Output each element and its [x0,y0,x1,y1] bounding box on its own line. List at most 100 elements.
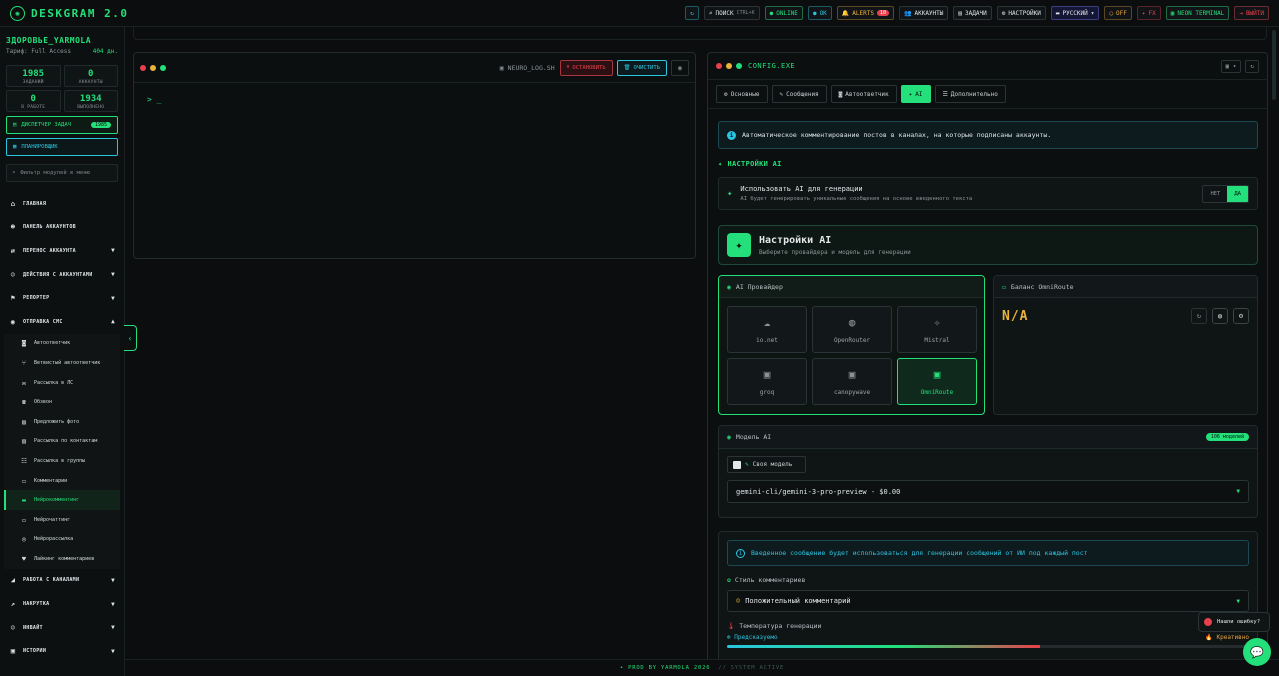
submenu-item[interactable]: ☷ Рассылка в группы [4,451,120,471]
stat-card: 0 АККАУНТЫ [63,65,118,87]
page-scrollbar[interactable] [1272,30,1276,100]
tab-advanced[interactable]: ☰ Дополнительно [934,85,1006,103]
nav-item-account-actions[interactable]: ☺ ДЕЙСТВИЯ С АККАУНТАМИ ▼ [0,263,124,287]
submenu-item[interactable]: ▭ Комментарии [4,471,120,491]
nav-item-invite[interactable]: ☺ ИНВАЙТ ▼ [0,616,124,640]
tab-basic[interactable]: ⚙ Основные [716,85,768,103]
palette-icon: ✿ [727,576,731,584]
submenu-item[interactable]: ◙ Автоответчик [4,334,120,354]
language-select[interactable]: ▬ РУССКИЙ ▾ [1050,6,1100,20]
provider-card-openrouter[interactable]: ◍ OpenRouter [812,306,892,353]
submenu-item[interactable]: ⑂ Ветвистый автоответчик [4,353,120,373]
reset-button[interactable]: ↻ [1245,59,1259,73]
provider-card-groq[interactable]: ▣ groq [727,358,807,405]
globe-icon: ◍ [1217,312,1223,320]
balance-link-button[interactable]: ◍ [1212,308,1228,324]
module-filter-input[interactable]: ⌕ Фильтр модулей в меню [6,164,118,182]
nav-item-account-transfer[interactable]: ⇄ ПЕРЕНОС АККАУНТА ▼ [0,239,124,263]
info-icon: i [736,548,745,558]
nav-item-channels[interactable]: ◢ РАБОТА С КАНАЛАМИ ▼ [0,569,124,593]
fx-toggle[interactable]: ✦ FX [1136,6,1161,20]
stat-value: 1934 [79,94,102,104]
model-header: ◉ Модель AI 106 моделей [719,426,1257,449]
sidebar-collapse-handle[interactable]: ‹ [124,325,137,351]
ok-status[interactable]: ● OK [807,6,832,20]
submenu-sms: ◙ Автоответчик ⑂ Ветвистый автоответчик ✉ Р… [4,333,120,569]
sound-toggle[interactable]: ◯ OFF [1104,6,1132,20]
balance-settings-button[interactable]: ⚙ [1233,308,1249,324]
refresh-button[interactable]: ↻ [685,6,699,20]
users-icon: 👥 [904,9,912,17]
own-model-checkbox[interactable]: ✎ Своя модель [727,456,806,473]
chat-button[interactable]: 💬 [1243,638,1271,666]
temperature-label-row: 🌡 Температура генерации [727,622,1249,630]
nav-item-reporter[interactable]: ⚑ РЕПОРТЕР ▼ [0,286,124,310]
terminal-prompt: > _ [147,95,162,104]
megaphone-icon: ◢ [10,576,16,585]
view-toggle-button[interactable]: ◉ [671,59,689,76]
model-select[interactable]: gemini-cli/gemini-3-pro-preview - $0.00 … [727,480,1249,503]
submenu-item[interactable]: ▨ Предложить фото [4,412,120,432]
submenu-item[interactable]: ♥ Лайкинг комментариев [4,549,120,569]
nav-item-home[interactable]: ⌂ ГЛАВНАЯ [0,192,124,216]
robot-icon: ◙ [838,90,843,98]
brand[interactable]: ✺ DESKGRAM 2.0 [10,5,128,21]
search-button[interactable]: ⌕ ПОИСК CTRL+K [703,6,760,20]
nav-item-boost[interactable]: ↗ НАКРУТКА ▼ [0,592,124,616]
provider-card-ionet[interactable]: ☁ io.net [727,306,807,353]
toggle-no-button[interactable]: НЕТ [1203,186,1227,202]
nav-label: ПЕРЕНОС АККАУНТА [23,247,76,254]
submenu-label: Обзвон [34,399,53,406]
submenu-item[interactable]: ◎ Нейрорассылка [4,530,120,550]
theme-toggle[interactable]: ▣ NEON TERMINAL [1165,6,1230,20]
alerts-label: ALERTS [852,9,874,17]
refresh-balance-button[interactable]: ↻ [1191,308,1207,324]
logout-button[interactable]: ⇥ ВЫЙТИ [1234,6,1269,20]
submenu-item[interactable]: ☎ Обзвон [4,392,120,412]
accounts-button[interactable]: 👥 АККАУНТЫ [899,6,949,20]
provider-card-canopywave[interactable]: ▣ canopywave [812,358,892,405]
sparkle-icon: ✦ [727,188,733,199]
chat-icon: ◉ [10,317,16,326]
submenu-item[interactable]: ✉ Рассылка в ЛС [4,373,120,393]
submenu-item-active[interactable]: ▬ Нейрокомментинг [4,490,120,510]
refresh-icon: ↻ [1196,312,1202,320]
tasks-label: ЗАДАЧИ [965,9,987,17]
sidebar: ЗДОРОВЬЕ_YARMOLA Тариф: Full Access 404 … [0,27,125,676]
settings-button[interactable]: ⚙ НАСТРОЙКИ [996,6,1046,20]
online-status[interactable]: ● ONLINE [764,6,803,20]
provider-card-mistral[interactable]: ✧ Mistral [897,306,977,353]
tab-messages[interactable]: ✎ Сообщения [771,85,827,103]
terminal-header: ▣ NEURO_LOG.SH ⏸ ОСТАНОВИТЬ 🗑 ОЧИСТИТЬ ◉ [134,53,695,83]
temperature-slider[interactable] [727,645,1249,648]
group-icon: ☷ [21,456,27,465]
caret-up-icon: ▲ [111,318,115,326]
preset-dropdown[interactable]: ▣ ▾ [1220,59,1242,73]
submenu-item[interactable]: ▥ Рассылка по контактам [4,432,120,452]
nav-item-sms-sending[interactable]: ◉ ОТПРАВКА СМС ▲ [0,310,124,334]
toggle-yes-button[interactable]: ДА [1227,185,1248,202]
dot-yellow-icon [726,63,732,69]
tab-label: Сообщения [786,90,819,98]
trash-icon: 🗑 [623,64,631,71]
stop-button[interactable]: ⏸ ОСТАНОВИТЬ [559,59,613,76]
nav-item-stories[interactable]: ▣ ИСТОРИИ ▼ [0,639,124,663]
config-content: i Автоматическое комментирование постов … [718,121,1258,671]
temperature-low-text: Предсказуемо [734,634,778,641]
flame-icon: 🔥 [1205,634,1213,641]
tasks-button[interactable]: ▤ ЗАДАЧИ [953,6,992,20]
nav-item-accounts-panel[interactable]: ☻ ПАНЕЛЬ АККАУНТОВ [0,216,124,240]
user-tariff: Тариф: Full Access [6,48,72,55]
provider-card-omniroute[interactable]: ▣ OmniRoute [897,358,977,405]
clear-button[interactable]: 🗑 ОЧИСТИТЬ [616,59,667,76]
style-select[interactable]: ☺ Положительный комментарий ▼ [727,590,1249,612]
alerts-button[interactable]: 🔔 ALERTS 10 [836,6,894,20]
planner-button[interactable]: ▦ ПЛАНИРОВЩИК [6,138,118,156]
branch-icon: ⑂ [22,358,26,367]
dispatcher-button[interactable]: ▤ ДИСПЕТЧЕР ЗАДАЧ 1985 [6,116,118,134]
sparkle-icon: ✦ [908,90,913,98]
submenu-item[interactable]: ▭ Нейрочаттинг [4,510,120,530]
tab-ai[interactable]: ✦ AI [900,85,931,103]
report-bug-button[interactable]: Нашли ошибку? [1198,612,1270,632]
tab-autoresponder[interactable]: ◙ Автоответчик [830,85,897,103]
